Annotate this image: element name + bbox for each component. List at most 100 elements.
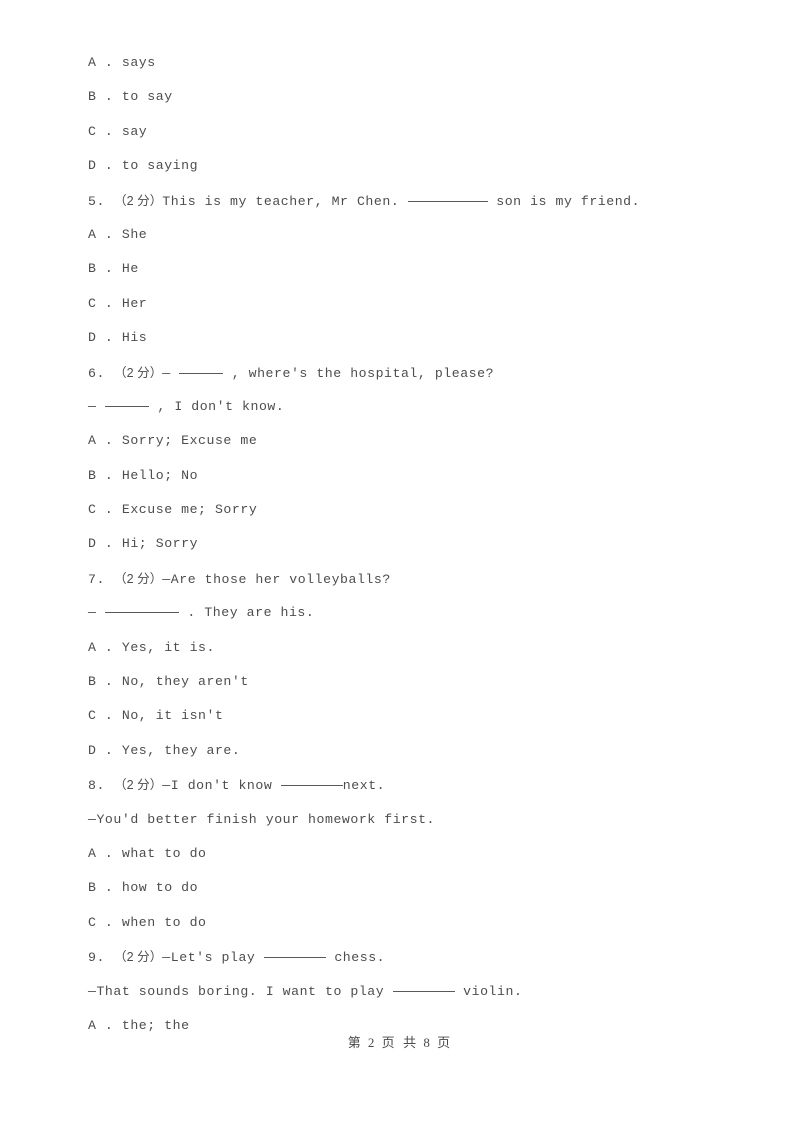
option-text: Excuse me; Sorry <box>113 502 258 518</box>
question-line: 8. （2 分）—I don't know next. <box>88 768 728 802</box>
question-text-before: This is my teacher, Mr Chen. <box>162 193 400 209</box>
option-letter: D . <box>88 742 114 758</box>
footer-total-pages: 8 <box>423 1035 433 1050</box>
option-text: Yes, it is. <box>113 639 215 655</box>
answer-blank[interactable] <box>407 200 488 202</box>
option-text: No, it isn't <box>113 708 224 724</box>
question-list: A . says B . to say C . say D . to saying 5.… <box>88 46 728 1043</box>
question-number: 5. <box>88 193 105 209</box>
answer-option[interactable]: C . Her <box>88 287 728 321</box>
answer-option[interactable]: C . when to do <box>88 906 728 940</box>
answer-blank[interactable] <box>104 612 179 614</box>
question-number: 9. <box>88 950 105 966</box>
question-line: —You'd better finish your homework first… <box>88 803 728 837</box>
question-text-after: , where's the hospital, please? <box>223 365 495 381</box>
answer-option[interactable]: A . Yes, it is. <box>88 631 728 665</box>
question-text-before: —Let's play <box>162 950 256 966</box>
question-line: 9. （2 分）—Let's play chess. <box>88 940 728 974</box>
answer-blank[interactable] <box>392 990 455 992</box>
answer-option[interactable]: B . He <box>88 252 728 286</box>
question-line: — , I don't know. <box>88 390 728 424</box>
question-line: 5. （2 分）This is my teacher, Mr Chen. son … <box>88 184 728 218</box>
answer-option[interactable]: B . to say <box>88 80 728 114</box>
question-text-after: , I don't know. <box>148 398 285 414</box>
question-score: （2 分） <box>114 193 163 208</box>
option-text: Hello; No <box>113 467 199 483</box>
footer-page-number: 2 <box>367 1035 377 1050</box>
footer-prefix: 第 <box>347 1036 363 1051</box>
question-text-before: —That sounds boring. I want to play <box>88 983 385 999</box>
option-letter: D . <box>88 536 114 552</box>
option-letter: A . <box>88 433 114 449</box>
question-number: 8. <box>88 778 105 794</box>
option-text: to say <box>113 89 173 105</box>
answer-blank[interactable] <box>263 957 326 959</box>
option-text: No, they aren't <box>113 674 249 690</box>
option-letter: C . <box>88 295 114 311</box>
answer-option[interactable]: D . to saying <box>88 149 728 183</box>
exam-page: A . says B . to say C . say D . to saying 5.… <box>0 0 800 1132</box>
answer-option[interactable]: B . Hello; No <box>88 459 728 493</box>
option-text: to saying <box>113 158 199 174</box>
option-letter: B . <box>88 89 114 105</box>
option-letter: C . <box>88 914 114 930</box>
option-letter: A . <box>88 845 114 861</box>
answer-option[interactable]: D . Yes, they are. <box>88 734 728 768</box>
option-text: Hi; Sorry <box>113 536 199 552</box>
option-text: says <box>113 55 156 70</box>
answer-option[interactable]: C . No, it isn't <box>88 699 728 733</box>
option-text: He <box>113 261 139 277</box>
question-line: 7. （2 分）—Are those her volleyballs? <box>88 562 728 596</box>
option-text: how to do <box>113 880 199 896</box>
option-text: when to do <box>113 914 207 930</box>
option-text: Sorry; Excuse me <box>113 433 258 449</box>
answer-option[interactable]: B . No, they aren't <box>88 665 728 699</box>
option-letter: D . <box>88 158 114 174</box>
answer-option[interactable]: B . how to do <box>88 871 728 905</box>
footer-suffix: 页 <box>437 1036 453 1051</box>
page-footer: 第2 页 共 8页 <box>0 1032 800 1051</box>
answer-option[interactable]: A . what to do <box>88 837 728 871</box>
answer-blank[interactable] <box>179 372 224 374</box>
answer-option[interactable]: A . Sorry; Excuse me <box>88 424 728 458</box>
answer-option[interactable]: A . says <box>88 46 728 80</box>
footer-middle: 页 共 <box>381 1036 419 1051</box>
option-letter: B . <box>88 880 114 896</box>
option-letter: A . <box>88 226 114 242</box>
question-score: （2 分） <box>114 571 163 586</box>
answer-option[interactable]: A . She <box>88 218 728 252</box>
option-text: His <box>113 330 148 346</box>
option-letter: A . <box>88 639 114 655</box>
answer-option[interactable]: C . Excuse me; Sorry <box>88 493 728 527</box>
question-text-before: —I don't know <box>162 778 273 794</box>
question-score: （2 分） <box>114 365 163 380</box>
option-letter: A . <box>88 55 114 70</box>
question-number: 7. <box>88 571 105 587</box>
answer-option[interactable]: C . say <box>88 115 728 149</box>
answer-blank[interactable] <box>280 785 343 787</box>
answer-blank[interactable] <box>104 405 149 407</box>
option-letter: C . <box>88 123 114 139</box>
option-letter: C . <box>88 708 114 724</box>
option-text: Her <box>113 295 148 311</box>
question-score: （2 分） <box>114 778 163 793</box>
question-score: （2 分） <box>114 950 163 965</box>
option-text: what to do <box>113 845 207 861</box>
question-text-after: . They are his. <box>178 605 315 621</box>
option-text: the; the <box>113 1017 190 1033</box>
question-number: 6. <box>88 365 105 381</box>
question-text-after: next. <box>342 778 386 794</box>
option-letter: D . <box>88 330 114 346</box>
question-text-before: — <box>162 365 171 381</box>
option-text: She <box>113 226 148 242</box>
question-line: —That sounds boring. I want to play viol… <box>88 975 728 1009</box>
question-text-before: —You'd better finish your homework first… <box>88 811 436 827</box>
option-text: say <box>113 123 148 139</box>
answer-option[interactable]: D . Hi; Sorry <box>88 527 728 561</box>
answer-option[interactable]: D . His <box>88 321 728 355</box>
question-text-after: violin. <box>454 983 523 999</box>
question-line: — . They are his. <box>88 596 728 630</box>
option-letter: B . <box>88 261 114 277</box>
question-text-after: chess. <box>325 950 386 966</box>
question-text-before: —Are those her volleyballs? <box>162 571 391 587</box>
